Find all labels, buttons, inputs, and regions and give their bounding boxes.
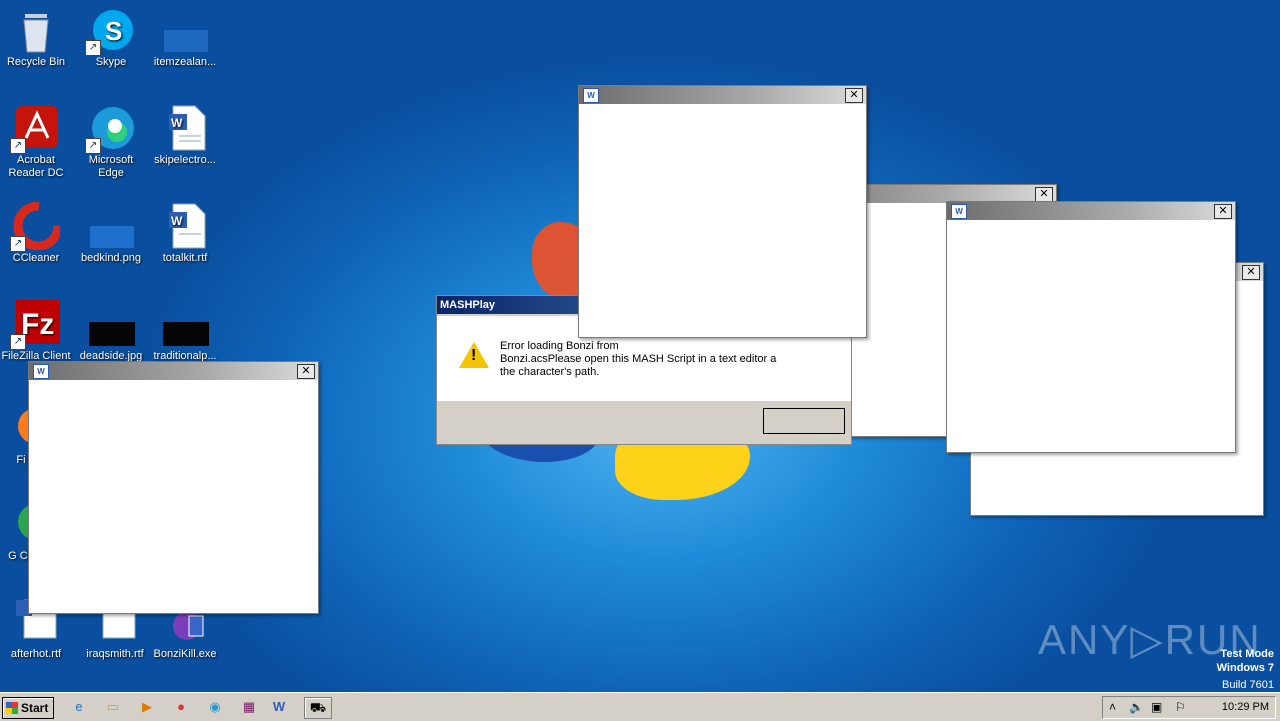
empty-window[interactable]: W ✕ (28, 361, 319, 614)
desktop-icon-bedkind[interactable]: bedkind.png (76, 202, 146, 265)
ccleaner-icon: ↗ (10, 201, 63, 252)
bonzi-icon[interactable]: ⛟ (304, 697, 332, 719)
desktop-icon-label: BonziKill.exe (153, 648, 217, 660)
action-center-flag-icon[interactable]: ⚐ (1175, 700, 1186, 714)
shortcut-arrow-icon: ↗ (10, 138, 26, 154)
close-icon[interactable]: ✕ (1214, 204, 1232, 219)
desktop-icon-label: Acrobat Reader DC (8, 154, 64, 179)
desktop-icon-skipelectro[interactable]: W skipelectro... (150, 104, 220, 167)
desktop-icon-itemzealan[interactable]: itemzealan... (150, 6, 220, 69)
image-file-icon (87, 202, 135, 250)
svg-text:W: W (171, 116, 183, 130)
desktop-icon-label: totalkit.rtf (162, 252, 208, 264)
chrome-icon[interactable]: ● (170, 697, 192, 717)
desktop-icon-label: afterhot.rtf (10, 648, 62, 660)
start-label: Start (21, 701, 49, 715)
desktop-icon-label: skipelectro... (154, 154, 216, 166)
word-app-icon: W (33, 364, 49, 379)
desktop-icon-edge[interactable]: ↗ Microsoft Edge (76, 104, 146, 180)
desktop-icon-label: CCleaner (12, 252, 60, 264)
ie-icon[interactable]: e (68, 697, 90, 717)
edge-icon[interactable]: ◉ (204, 697, 226, 717)
close-icon[interactable]: ✕ (297, 364, 315, 379)
acrobat-icon: ↗ (10, 104, 60, 154)
system-tray: ˄ 🔈 ▣ ⚐ 10:29 PM (1102, 696, 1276, 719)
close-icon[interactable]: ✕ (845, 88, 863, 103)
empty-window[interactable]: W ✕ (946, 201, 1236, 453)
empty-window[interactable]: W ✕ (578, 85, 867, 338)
word-doc-icon: W (161, 202, 209, 250)
window-titlebar[interactable]: W ✕ (579, 86, 866, 104)
word-app-icon: W (583, 88, 599, 103)
desktop-icon-label: Microsoft Edge (88, 154, 134, 179)
network-icon[interactable]: ▣ (1151, 700, 1162, 714)
word-icon[interactable]: W (268, 697, 290, 717)
desktop-icon-label: itemzealan... (153, 56, 217, 68)
close-icon[interactable]: ✕ (1035, 187, 1053, 202)
ok-button[interactable] (763, 408, 845, 434)
desktop-icon-filezilla[interactable]: Fz ↗ FileZilla Client (1, 300, 71, 363)
filezilla-icon: Fz ↗ (10, 300, 60, 350)
dialog-message: Error loading Bonzi from Bonzi.acsPlease… (500, 340, 777, 378)
start-button[interactable]: Start (2, 697, 54, 719)
svg-text:W: W (171, 214, 183, 228)
winrar-icon[interactable]: ▦ (238, 697, 260, 717)
build-text: Build 7601 (1222, 679, 1274, 691)
windows-version-text: Windows 7 (1216, 662, 1274, 674)
tray-chevron-icon[interactable]: ˄ (1109, 700, 1116, 714)
desktop-icon-recycle-bin[interactable]: Recycle Bin (1, 6, 71, 69)
close-icon[interactable]: ✕ (1242, 265, 1260, 280)
window-titlebar[interactable]: W ✕ (947, 202, 1235, 220)
word-app-icon: W (951, 204, 967, 219)
desktop-icon-ccleaner[interactable]: ↗ CCleaner (1, 201, 71, 265)
window-titlebar[interactable]: W ✕ (29, 362, 318, 380)
test-mode-text: Test Mode (1220, 648, 1274, 660)
shortcut-arrow-icon: ↗ (85, 138, 101, 154)
clock[interactable]: 10:29 PM (1222, 701, 1269, 713)
desktop-icon-label: Recycle Bin (6, 56, 66, 68)
shortcut-arrow-icon: ↗ (85, 40, 101, 56)
edge-icon: ↗ (85, 104, 135, 154)
desktop-icon-label: Skype (95, 56, 127, 68)
desktop-icon-traditionalp[interactable]: traditionalp... (150, 300, 220, 363)
taskbar: Start e ▭ ▶ ● ◉ ▦ W ⛟ ˄ 🔈 ▣ ⚐ 10:29 PM (0, 692, 1280, 721)
media-player-icon[interactable]: ▶ (136, 697, 158, 717)
shortcut-arrow-icon: ↗ (10, 334, 26, 350)
word-doc-icon: W (161, 104, 209, 152)
desktop-icon-label: iraqsmith.rtf (86, 648, 144, 660)
image-file-icon (161, 6, 209, 54)
image-file-icon (161, 300, 209, 348)
volume-icon[interactable]: 🔈 (1129, 700, 1144, 714)
desktop-icon-deadside[interactable]: deadside.jpg (76, 300, 146, 363)
desktop-icon-acrobat[interactable]: ↗ Acrobat Reader DC (1, 104, 71, 180)
image-file-icon (87, 300, 135, 348)
desktop-icon-label: bedkind.png (81, 252, 141, 264)
windows-flag-icon (6, 702, 18, 714)
shortcut-arrow-icon: ↗ (10, 236, 26, 252)
explorer-icon[interactable]: ▭ (102, 697, 124, 717)
skype-icon: S ↗ (85, 6, 135, 56)
svg-text:S: S (105, 16, 122, 46)
warning-icon: ! (459, 342, 489, 368)
desktop-icon-skype[interactable]: S ↗ Skype (76, 6, 146, 69)
desktop: Recycle Bin S ↗ Skype itemzealan... ↗ Acr… (0, 0, 1280, 692)
desktop-icon-totalkit[interactable]: W totalkit.rtf (150, 202, 220, 265)
recycle-bin-icon (12, 6, 60, 54)
